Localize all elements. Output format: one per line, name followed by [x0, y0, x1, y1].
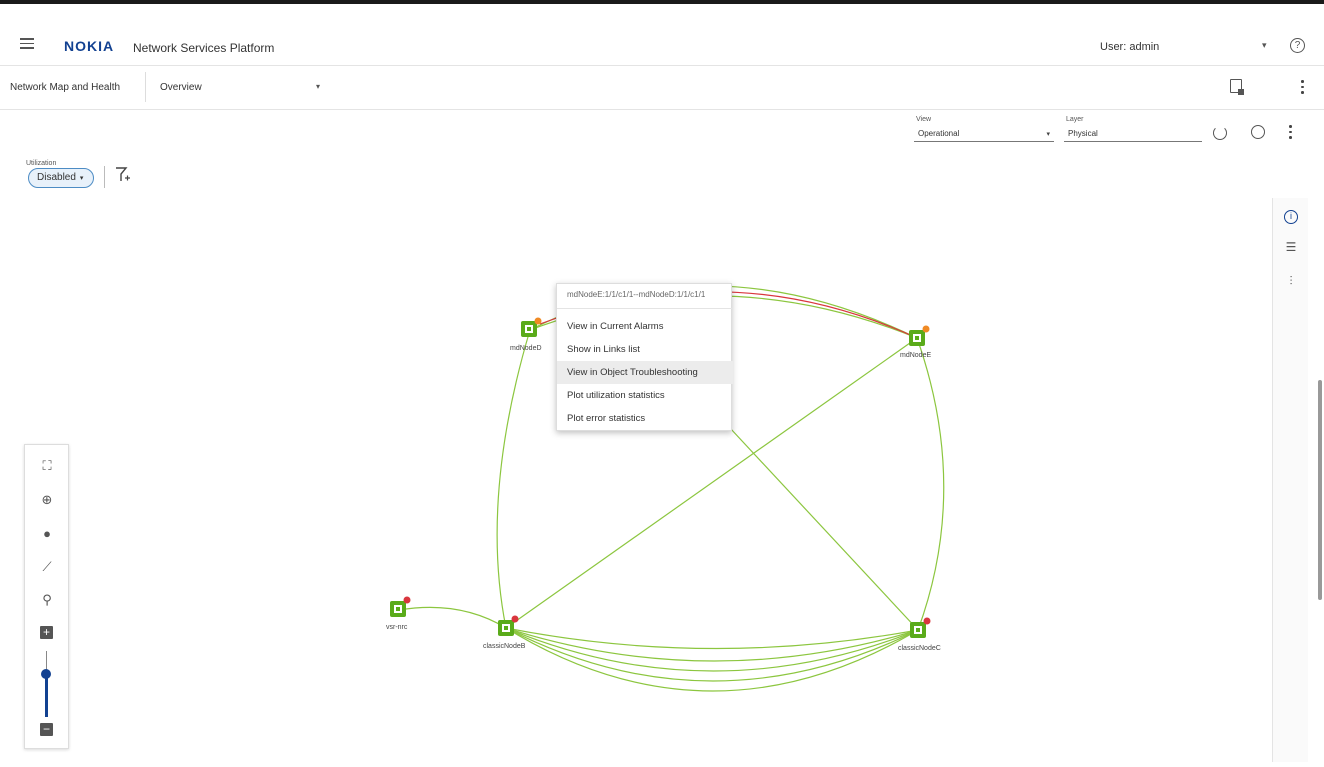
zoom-slider-handle[interactable]	[41, 669, 51, 679]
fit-screen-icon[interactable]: ⛶	[38, 457, 56, 475]
vertical-scrollbar[interactable]	[1318, 110, 1324, 762]
node-label: mdNodeE	[900, 352, 932, 359]
divider	[104, 166, 105, 188]
node-mdNodeE[interactable]	[909, 325, 930, 347]
link[interactable]	[729, 427, 919, 631]
node-label: vsr-nrc	[386, 624, 408, 631]
user-dropdown-caret-icon[interactable]: ▾	[1262, 40, 1267, 51]
list-icon[interactable]: ☰	[1284, 240, 1298, 254]
info-icon[interactable]: i	[1284, 210, 1298, 224]
menu-item-plot-utilization[interactable]: Plot utilization statistics	[557, 384, 733, 407]
pin-tool-icon[interactable]: ⚲	[38, 591, 56, 609]
view-selector[interactable]: Overview	[160, 82, 202, 93]
divider	[557, 308, 733, 309]
report-icon[interactable]	[1230, 79, 1244, 95]
layer-label: Layer	[1066, 116, 1084, 123]
utilization-dropdown[interactable]: Disabled ▾	[28, 168, 94, 188]
menu-item-plot-errors[interactable]: Plot error statistics	[557, 407, 733, 430]
menu-item-view-object-troubleshooting[interactable]: View in Object Troubleshooting	[557, 361, 733, 384]
node-tool-icon[interactable]: ●	[38, 525, 56, 543]
view-label: View	[916, 116, 932, 123]
divider	[145, 72, 146, 102]
context-menu-title: mdNodeE:1/1/c1/1--mdNodeD:1/1/c1/1	[567, 290, 706, 299]
link[interactable]	[505, 627, 919, 682]
app-header: NOKIA Network Services Platform User: ad…	[0, 4, 1324, 66]
chevron-down-icon: ▾	[79, 175, 84, 182]
sliders-icon[interactable]: ⫶	[1284, 274, 1298, 288]
view-select-value: Operational	[918, 129, 960, 138]
map-options-icon[interactable]	[1289, 125, 1293, 142]
chevron-down-icon: ▾	[1046, 131, 1050, 138]
filter-add-icon[interactable]	[115, 166, 131, 189]
zoom-in-button[interactable]: +	[40, 626, 53, 639]
node-classicNodeC[interactable]	[910, 617, 931, 639]
node-label: mdNodeD	[510, 345, 542, 352]
menu-item-show-in-links-list[interactable]: Show in Links list	[557, 338, 733, 361]
zoom-out-button[interactable]: −	[40, 723, 53, 736]
link-tool-icon[interactable]: ⟋	[38, 558, 56, 576]
zoom-slider-fill	[45, 675, 48, 717]
sub-navigation-bar: Network Map and Health Overview ▾	[0, 66, 1324, 110]
layer-select-value: Physical	[1068, 129, 1098, 138]
utilization-label: Utilization	[26, 160, 57, 167]
target-icon[interactable]	[1251, 125, 1265, 139]
link[interactable]	[916, 337, 945, 631]
more-options-icon[interactable]	[1301, 80, 1305, 97]
map-tools-panel: ⛶ ⊕ ● ⟋ ⚲ + −	[24, 444, 69, 749]
link-context-menu: mdNodeE:1/1/c1/1--mdNodeD:1/1/c1/1 View …	[556, 283, 733, 431]
node-label: classicNodeC	[898, 645, 941, 652]
refresh-icon[interactable]	[1213, 126, 1227, 140]
select-area-icon[interactable]: ⊕	[38, 491, 56, 509]
layer-select[interactable]: Physical	[1064, 126, 1202, 142]
utilization-value: Disabled	[37, 172, 76, 183]
menu-item-view-current-alarms[interactable]: View in Current Alarms	[557, 315, 733, 338]
user-menu[interactable]: User: admin	[1100, 41, 1159, 53]
section-title[interactable]: Network Map and Health	[10, 82, 120, 93]
view-select[interactable]: Operational ▾	[914, 126, 1054, 142]
node-vsr-nrc[interactable]	[390, 596, 411, 618]
link[interactable]	[496, 329, 531, 629]
right-side-panel: i ☰ ⫶	[1272, 198, 1308, 762]
link[interactable]	[505, 627, 919, 672]
link[interactable]	[398, 606, 507, 629]
nokia-logo: NOKIA	[64, 38, 115, 54]
scrollbar-thumb[interactable]	[1318, 380, 1322, 600]
app-title: Network Services Platform	[133, 41, 275, 55]
help-icon[interactable]: ?	[1290, 38, 1305, 53]
view-selector-caret-icon[interactable]: ▾	[316, 82, 320, 91]
hamburger-icon[interactable]	[20, 38, 34, 49]
node-label: classicNodeB	[483, 643, 526, 650]
